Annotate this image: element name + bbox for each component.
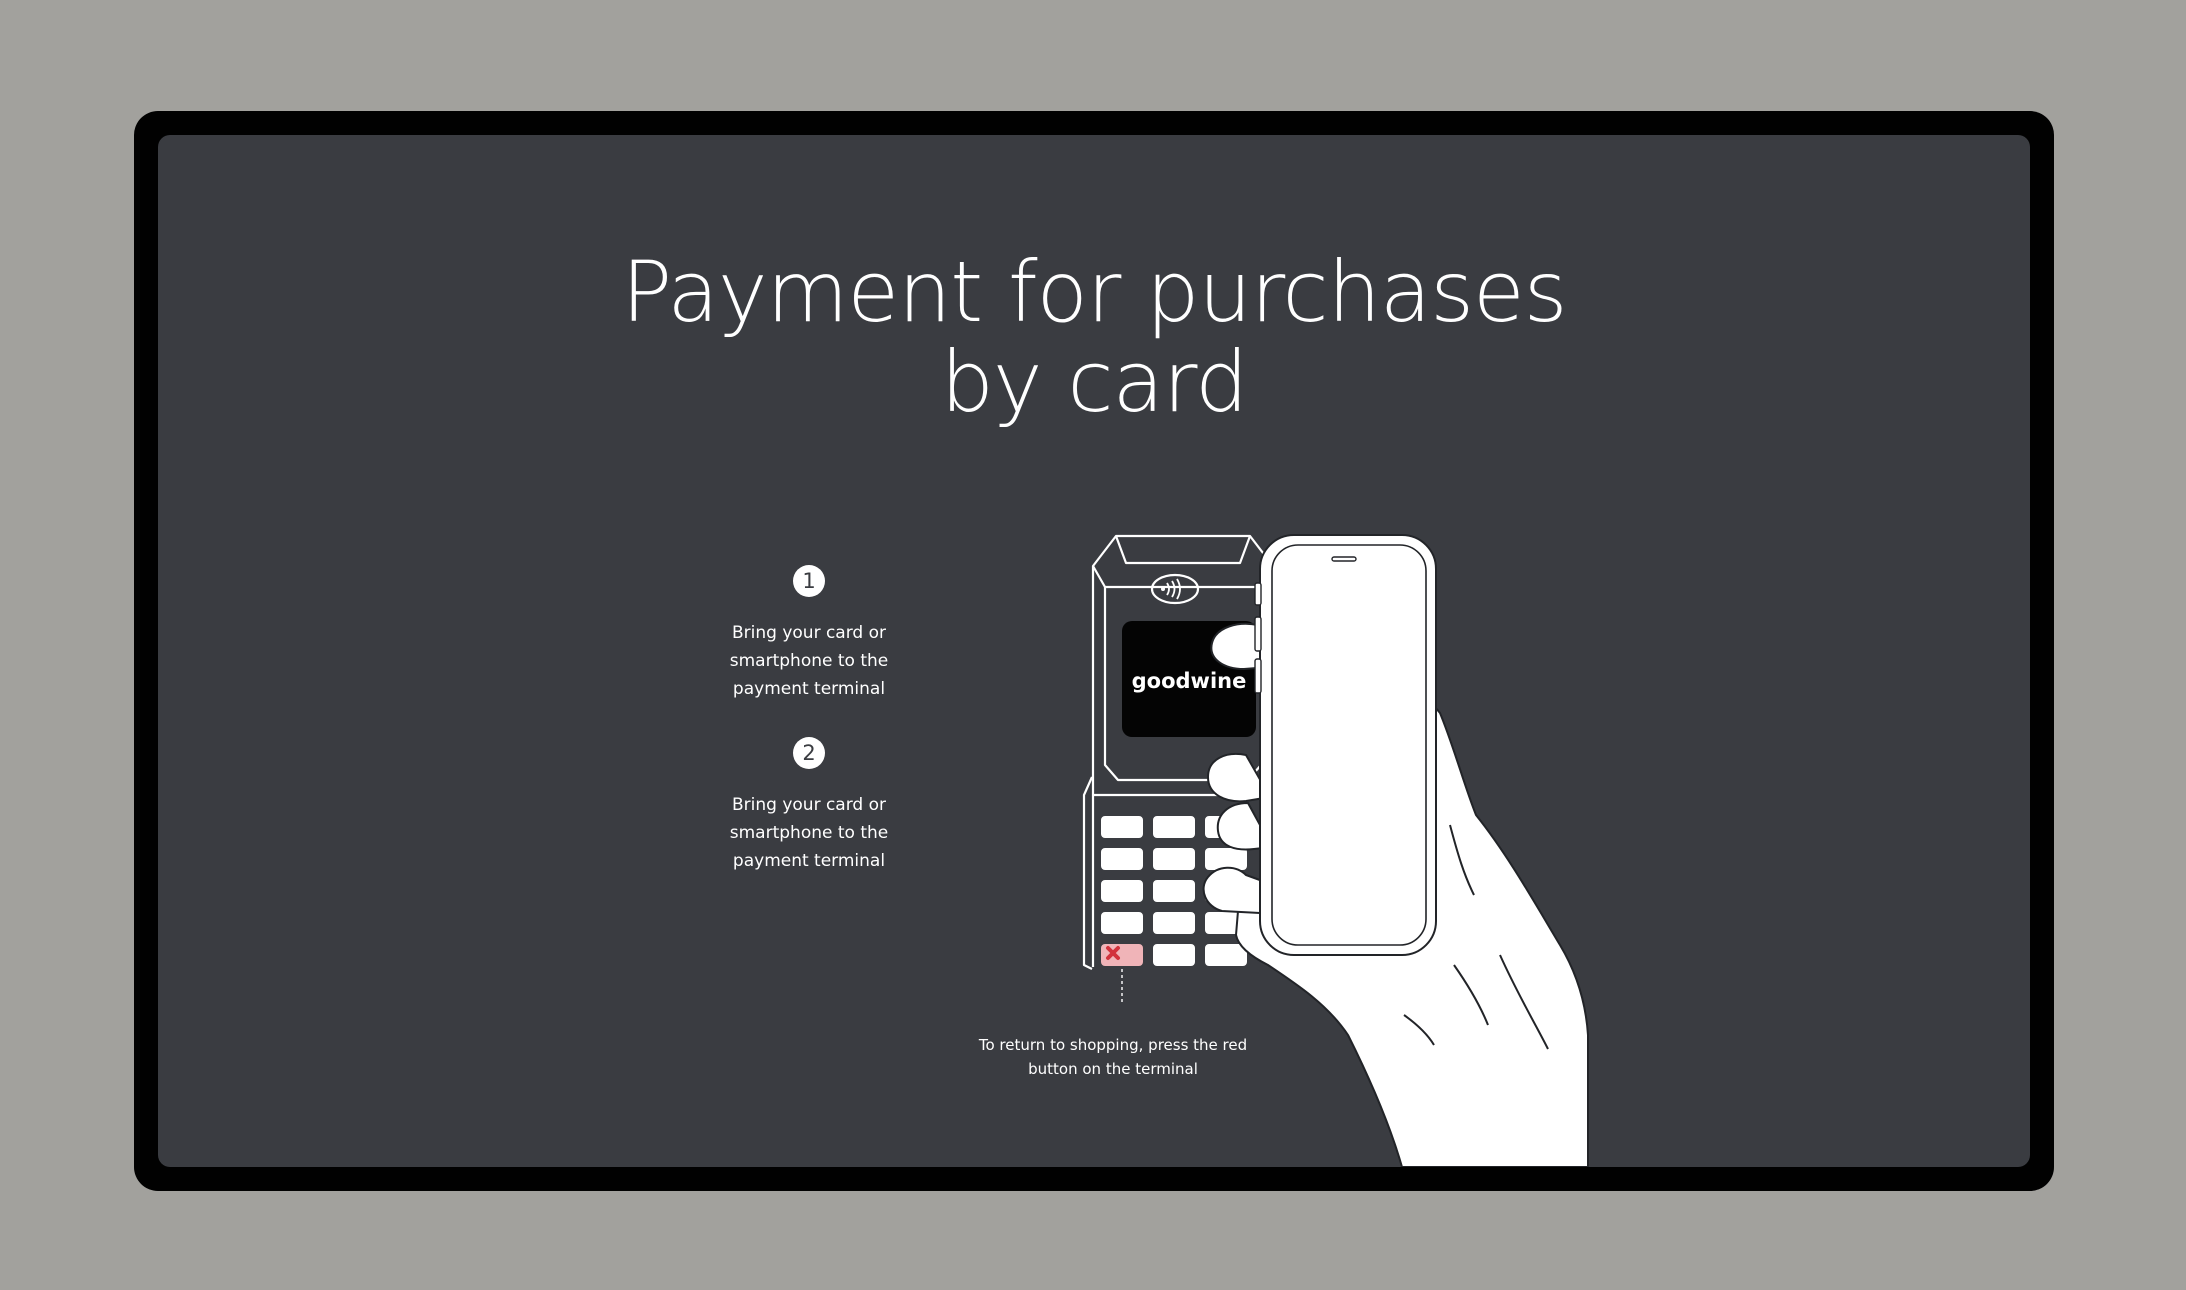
smartphone xyxy=(1254,534,1437,956)
return-hint: To return to shopping, press the red but… xyxy=(978,1036,1248,1078)
payment-terminal-illustration: goodwine xyxy=(1082,534,1589,1167)
display-frame: Payment for purchases by card 1 Bring yo… xyxy=(134,111,2054,1191)
cancel-key xyxy=(1099,942,1145,968)
payment-screen: Payment for purchases by card 1 Bring yo… xyxy=(158,135,2030,1167)
terminal-brand-logo: goodwine xyxy=(1132,669,1247,693)
